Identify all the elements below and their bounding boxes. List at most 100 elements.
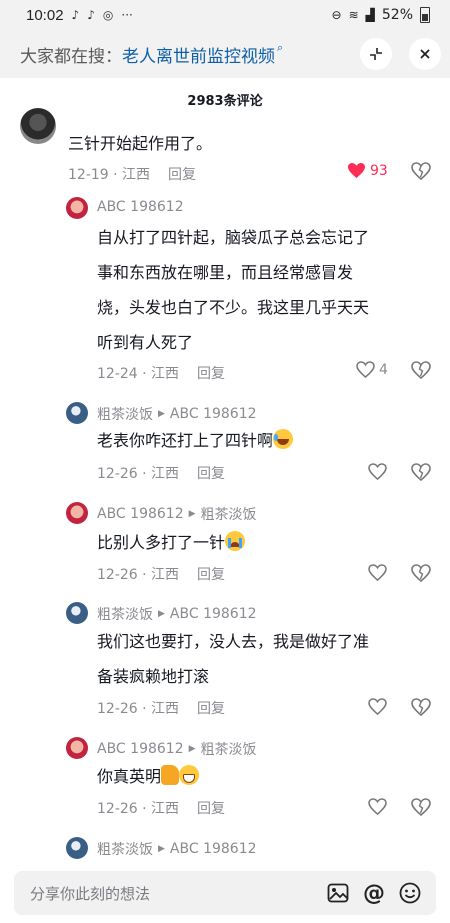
dnd-icon: ⊖ [331,8,342,22]
like-button[interactable]: 4 [356,361,388,378]
search-suggestion-bar[interactable]: 大家都在搜： 老人离世前监控视频 ⌕ [0,30,450,78]
reply-button[interactable]: 回复 [197,567,225,583]
reply-button[interactable]: 回复 [197,366,225,382]
reply-line: 自从打了四针起，脑袋瓜子总会忘记了 [97,228,370,247]
reply-date: 12-26 [97,466,138,482]
reply-text: 自从打了四针起，脑袋瓜子总会忘记了 事和东西放在哪里，而且经常感冒发 烧，头发也… [97,220,369,360]
reply-line: 我们这也要打，没人去，我是做好了准 [97,632,370,651]
reply-arrow-icon: ▶ [188,744,196,754]
reply-text: 比别人多打了一针 [97,525,246,560]
reply-username: ABC 198612 ▶ 粗茶淡饭 [97,504,257,524]
reply-meta: 12-26 · 江西 回复 [97,466,226,482]
reply-username[interactable]: ABC 198612 [97,199,184,215]
avatar[interactable] [66,402,88,424]
comment-location: 江西 [122,167,151,183]
dislike-icon[interactable] [411,463,431,481]
reply-username: 粗茶淡饭 ▶ ABC 198612 [97,839,257,859]
reply-to-username[interactable]: 粗茶淡饭 [201,504,257,524]
comment-meta: 12-19 · 江西 回复 [68,167,197,183]
avatar[interactable] [20,108,56,144]
dislike-icon[interactable] [411,162,431,180]
username[interactable]: ABC 198612 [97,506,184,522]
like-count: 93 [370,162,388,179]
reply-text: 老表你咋还打上了四针啊 [97,423,294,458]
status-time: 10:02 [26,6,64,24]
reply-line: 听到有人死了 [97,333,194,352]
reply-arrow-icon: ▶ [158,609,165,619]
like-button[interactable]: 93 [347,162,388,179]
reply-username: 粗茶淡饭 ▶ ABC 198612 [97,404,257,424]
username[interactable]: 粗茶淡饭 [97,604,153,624]
close-button[interactable] [409,38,441,70]
heart-icon[interactable] [368,698,387,715]
reply-meta: 12-24 · 江西 回复 [97,366,226,382]
reply-location: 江西 [151,466,180,482]
heart-icon[interactable] [368,463,387,480]
minimize-icon [370,48,382,60]
like-count: 4 [379,361,388,378]
reply-line: 事和东西放在哪里，而且经常感冒发 [97,263,354,282]
battery-icon [420,7,430,23]
reply-to-username[interactable]: ABC 198612 [170,406,257,422]
reply-arrow-icon: ▶ [188,509,196,519]
reply-text: 我们这也要打，没人去，我是做好了准 备装疯赖地打滚 [97,624,369,694]
avatar[interactable] [66,602,88,624]
reply-date: 12-26 [97,567,138,583]
reply-to-username[interactable]: 粗茶淡饭 [201,739,257,759]
avatar[interactable] [66,837,88,859]
reply-line: 烧，头发也白了不少。我这里几乎天天 [97,298,370,317]
reply-line: 你真英明 [97,767,162,786]
dislike-icon[interactable] [411,361,431,379]
username[interactable]: ABC 198612 [97,199,184,215]
reply-username: 粗茶淡饭 ▶ ABC 198612 [97,604,257,624]
reply-username: ABC 198612 ▶ 粗茶淡饭 [97,739,257,759]
pip-toggle-button[interactable] [360,38,392,70]
dislike-icon[interactable] [411,564,431,582]
search-icon: ⌕ [277,41,284,54]
reply-button[interactable]: 回复 [197,801,225,817]
username[interactable]: 粗茶淡饭 [97,404,153,424]
heart-icon[interactable] [368,564,387,581]
grin-emoji [179,765,200,785]
search-prefix: 大家都在搜： [20,46,122,67]
username[interactable]: ABC 198612 [97,741,184,757]
comment-input-bar[interactable]: 分享你此刻的想法 @ [14,871,436,915]
reply-button[interactable]: 回复 [197,701,225,717]
emoji-icon[interactable] [392,882,428,904]
search-query-link[interactable]: 老人离世前监控视频 [122,42,275,67]
reply-button[interactable]: 回复 [197,466,225,482]
reply-date: 12-26 [97,701,138,717]
reply-arrow-icon: ▶ [158,844,165,854]
heart-filled-icon [348,162,365,179]
avatar[interactable] [66,502,88,524]
username[interactable]: 粗茶淡饭 [97,839,153,859]
whatsapp-icon: ◎ [102,8,114,22]
image-icon-svg [327,883,349,903]
image-icon[interactable] [320,883,356,903]
heart-icon[interactable] [368,798,387,815]
dislike-icon[interactable] [411,698,431,716]
reply-line: 备装疯赖地打滚 [97,667,210,686]
reply-location: 江西 [151,567,180,583]
thumbs-up-emoji [161,765,180,785]
status-bar: 10:02 ♪ ♪ ◎ ··· ⊖ ≋ ▟ 52% [0,0,450,30]
heart-icon [356,361,375,378]
dislike-icon[interactable] [411,798,431,816]
wifi-icon: ≋ [348,8,359,22]
reply-date: 12-24 [97,366,138,382]
comment-text: 三针开始起作用了。 [68,134,213,153]
comment-date: 12-19 [68,167,109,183]
close-icon [420,49,430,59]
reply-button[interactable]: 回复 [168,167,196,183]
reply-to-username[interactable]: ABC 198612 [170,606,257,622]
reply-line: 老表你咋还打上了四针啊 [97,431,274,450]
at-icon[interactable]: @ [356,881,392,906]
reply-text: 你真英明 [97,759,200,794]
comment-input-placeholder[interactable]: 分享你此刻的想法 [30,883,320,904]
reply-location: 江西 [151,701,180,717]
avatar[interactable] [66,737,88,759]
avatar[interactable] [66,197,88,219]
reply-meta: 12-26 · 江西 回复 [97,801,226,817]
comment-count-title: 2983条评论 [187,94,263,109]
reply-to-username[interactable]: ABC 198612 [170,841,257,857]
